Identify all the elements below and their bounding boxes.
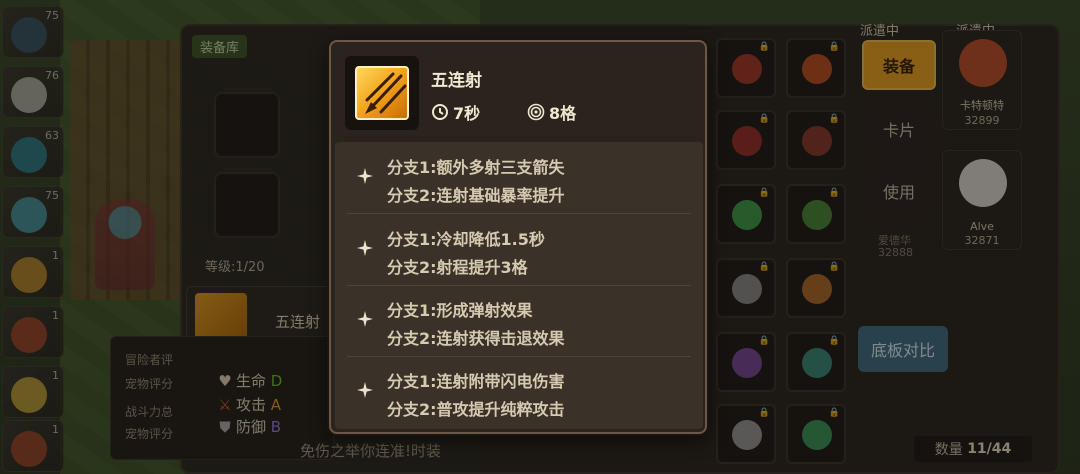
branch-option-2: 分支2:连射基础暴率提升	[387, 186, 565, 205]
sparkle-icon	[357, 382, 373, 398]
range-info: 8格	[527, 100, 576, 124]
branch-item: 分支1:形成弹射效果 分支2:连射获得击退效果	[335, 285, 703, 357]
skill-tooltip: 五连射 7秒 8格 分支1:额外多射三支箭失 分支2:连射基础暴率提升 分支1:…	[329, 40, 707, 434]
branch-option-2: 分支2:连射获得击退效果	[387, 329, 565, 348]
branch-item: 分支1:连射附带闪电伤害 分支2:普攻提升纯粹攻击	[335, 356, 703, 428]
branch-option-1: 分支1:连射附带闪电伤害	[387, 372, 565, 391]
sparkle-icon	[357, 168, 373, 184]
branch-item: 分支1:冷却降低1.5秒 分支2:射程提升3格	[335, 214, 703, 286]
cooldown-info: 7秒	[431, 100, 480, 124]
skill-title: 五连射	[431, 71, 482, 91]
range-value: 8格	[549, 104, 577, 123]
branch-list: 分支1:额外多射三支箭失 分支2:连射基础暴率提升 分支1:冷却降低1.5秒 分…	[335, 142, 703, 429]
target-icon	[527, 103, 545, 121]
arrow-volley-icon	[365, 72, 407, 114]
branch-option-2: 分支2:普攻提升纯粹攻击	[387, 400, 565, 419]
branch-option-1: 分支1:额外多射三支箭失	[387, 158, 565, 177]
branch-item: 分支1:额外多射三支箭失 分支2:连射基础暴率提升	[335, 142, 703, 214]
sparkle-icon	[357, 311, 373, 327]
sparkle-icon	[357, 240, 373, 256]
branch-option-1: 分支1:冷却降低1.5秒	[387, 230, 545, 249]
clock-icon	[432, 104, 448, 120]
skill-icon-frame	[345, 56, 419, 130]
branch-option-1: 分支1:形成弹射效果	[387, 301, 533, 320]
cooldown-value: 7秒	[453, 104, 481, 123]
arrow-volley-icon	[355, 66, 409, 120]
branch-option-2: 分支2:射程提升3格	[387, 258, 528, 277]
